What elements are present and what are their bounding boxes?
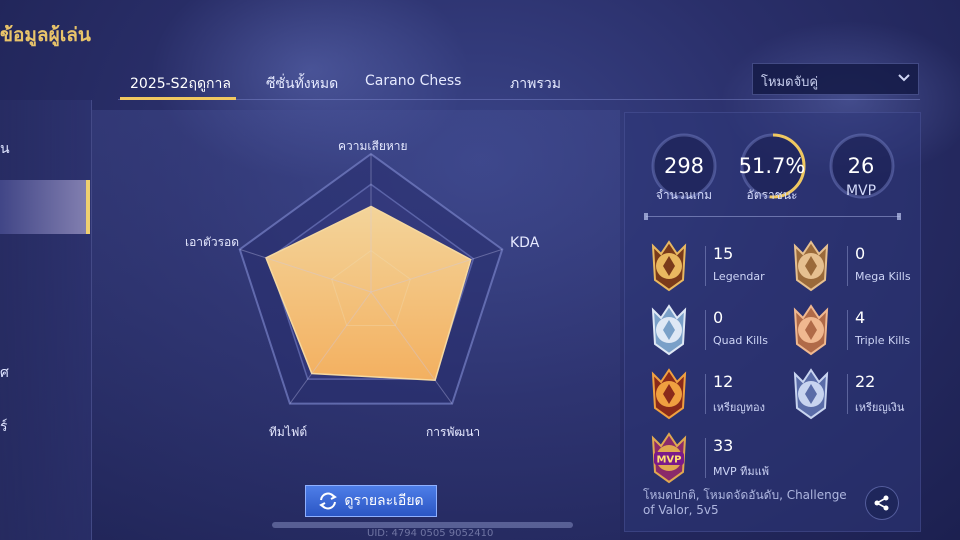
user-id: UID: 4794 0505 9052410 [367,528,494,539]
active-tab-indicator [120,97,236,100]
medal-divider [847,374,848,414]
sidebar-item-3[interactable]: ร์ [0,416,8,438]
gold-medal-icon [651,368,687,420]
medal-label: MVP ทีมแพ้ [713,465,769,478]
chevron-down-icon [898,74,910,82]
medal-divider [705,246,706,286]
left-sidebar: น ศ ร์ [0,100,92,540]
sidebar-item-selected[interactable] [0,180,90,234]
medal-label: Mega Kills [855,270,911,283]
tab-current-season[interactable]: 2025-S2ฤดูกาล [130,73,231,95]
radar-label-kda: KDA [510,235,540,251]
medal-count: 0 [713,308,724,327]
share-icon [874,495,889,511]
medal-count: 0 [855,244,866,263]
win-rate-label: อัตราชนะ [746,188,798,202]
medal-divider [705,374,706,414]
stats-divider [646,216,900,217]
view-details-label: ดูรายละเอียด [344,493,424,509]
match-mode-value: โหมดจับคู่ [761,75,819,90]
triple-kills-medal-icon [793,304,829,356]
divider-cap-left [644,213,648,220]
share-button[interactable] [865,486,899,520]
divider-cap-right [897,213,901,220]
svg-text:MVP: MVP [656,455,681,466]
medal-label: Legendar [713,270,765,283]
medal-label: Quad Kills [713,334,768,347]
radar-label-development: การพัฒนา [426,425,481,439]
refresh-icon [319,492,338,510]
tab-overview[interactable]: ภาพรวม [510,73,561,95]
mega-kills-medal-icon [793,240,829,292]
performance-radar-chart [238,152,504,405]
match-mode-dropdown[interactable]: โหมดจับคู่ [752,63,919,95]
tab-carano-chess[interactable]: Carano Chess [365,73,461,89]
mvp-count: 26 [847,154,875,178]
games-count: 298 [663,154,705,178]
medal-divider [705,310,706,350]
medal-label: เหรียญทอง [713,401,765,414]
medal-count: 12 [713,372,734,391]
medal-count: 33 [713,436,734,455]
medal-divider [847,246,848,286]
sidebar-item-1[interactable]: น [0,138,10,160]
radar-label-teamfight: ทีมไฟต์ [269,425,308,439]
game-modes-text: โหมดปกติ, โหมดจัดอันดับ, Challenge of Va… [643,488,847,517]
medal-count: 22 [855,372,876,391]
win-rate-value: 51.7% [738,154,806,178]
quad-kills-medal-icon [651,304,687,356]
radar-label-damage: ความเสียหาย [338,139,408,153]
medal-divider [847,310,848,350]
page-title: ข้อมูลผู้เล่น [0,24,91,46]
silver-medal-icon [793,368,829,420]
mvp-lose-medal-icon: MVP [651,432,687,484]
medal-divider [705,438,706,478]
medal-label: Triple Kills [855,334,911,347]
medal-count: 15 [713,244,734,263]
medal-count: 4 [855,308,866,327]
sidebar-item-2[interactable]: ศ [0,362,9,384]
medal-label: เหรียญเงิน [855,401,905,414]
view-details-button[interactable]: ดูรายละเอียด [305,485,437,517]
tab-all-seasons[interactable]: ซีซั่นทั้งหมด [266,73,338,95]
radar-label-survival: เอาตัวรอด [185,235,240,249]
legendary-medal-icon [651,240,687,292]
games-label: จำนวนเกม [655,188,713,202]
mvp-label: MVP [845,183,877,199]
